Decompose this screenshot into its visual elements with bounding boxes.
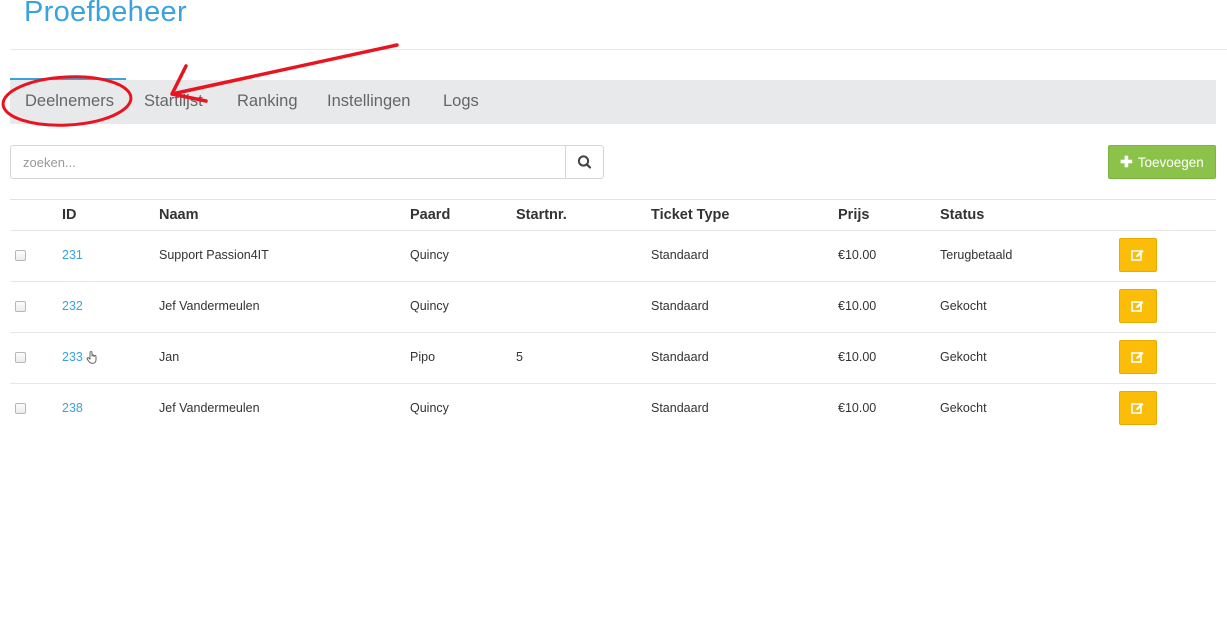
row-id-text[interactable]: 233 [62,350,83,364]
plus-icon: ✚ [1120,153,1133,171]
page-title: Proefbeheer [24,0,187,28]
row-status: Gekocht [940,299,987,313]
row-prijs: €10.00 [838,401,877,415]
edit-icon [1131,402,1144,414]
row-paard: Quincy [410,401,449,415]
add-button-label: Toevoegen [1137,154,1204,170]
search-box [10,145,604,179]
row-naam: Jef Vandermeulen [159,401,260,415]
edit-icon [1131,351,1144,363]
column-header-status[interactable]: Status [940,207,984,223]
table-row: 238 Jef Vandermeulen Quincy Standaard €1… [10,383,1216,434]
edit-button[interactable] [1119,238,1157,272]
row-ticket-type: Standaard [651,350,709,364]
row-id-link[interactable]: 231 [62,248,83,262]
column-header-prijs[interactable]: Prijs [838,207,869,223]
title-divider [10,49,1227,50]
row-ticket-type: Standaard [651,401,709,415]
row-checkbox[interactable] [15,301,26,312]
row-checkbox[interactable] [15,403,26,414]
tab-logs[interactable]: Logs [443,92,479,111]
tab-bar: Deelnemers Startlijst Ranking Instelling… [10,80,1216,124]
row-paard: Quincy [410,248,449,262]
table-row: 231 Support Passion4IT Quincy Standaard … [10,230,1216,281]
row-status: Gekocht [940,350,987,364]
tab-ranking[interactable]: Ranking [237,92,298,111]
row-checkbox[interactable] [15,250,26,261]
row-naam: Jef Vandermeulen [159,299,260,313]
row-naam: Support Passion4IT [159,248,269,262]
table-row: 232 Jef Vandermeulen Quincy Standaard €1… [10,281,1216,332]
row-status: Terugbetaald [940,248,1013,262]
edit-button[interactable] [1119,391,1157,425]
row-checkbox[interactable] [15,352,26,363]
edit-icon [1131,300,1144,312]
row-id-link[interactable]: 232 [62,299,83,313]
row-id-link[interactable]: 238 [62,401,83,415]
row-prijs: €10.00 [838,350,877,364]
row-paard: Pipo [410,350,436,364]
search-input[interactable] [11,146,551,178]
row-status: Gekocht [940,401,987,415]
edit-icon [1131,249,1144,261]
hand-pointer-icon [86,351,97,364]
column-header-id[interactable]: ID [62,207,77,223]
column-header-startnr[interactable]: Startnr. [516,207,567,223]
column-header-naam[interactable]: Naam [159,207,199,223]
tab-deelnemers[interactable]: Deelnemers [25,92,114,111]
edit-button[interactable] [1119,289,1157,323]
tab-instellingen[interactable]: Instellingen [327,92,410,111]
search-icon [577,155,592,169]
table-top-divider [10,199,1216,200]
row-ticket-type: Standaard [651,248,709,262]
column-header-paard[interactable]: Paard [410,207,450,223]
row-paard: Quincy [410,299,449,313]
row-id-link[interactable]: 233 [62,350,98,364]
edit-button[interactable] [1119,340,1157,374]
add-button[interactable]: ✚ Toevoegen [1108,145,1216,179]
tab-startlijst[interactable]: Startlijst [144,92,203,111]
row-prijs: €10.00 [838,248,877,262]
row-naam: Jan [159,350,180,364]
column-header-ticket-type[interactable]: Ticket Type [651,207,729,223]
search-button[interactable] [565,146,603,178]
table-row: 233 Jan Pipo 5 Standaard €10.00 Gekocht [10,332,1216,383]
row-prijs: €10.00 [838,299,877,313]
row-ticket-type: Standaard [651,299,709,313]
row-startnr: 5 [516,350,523,364]
